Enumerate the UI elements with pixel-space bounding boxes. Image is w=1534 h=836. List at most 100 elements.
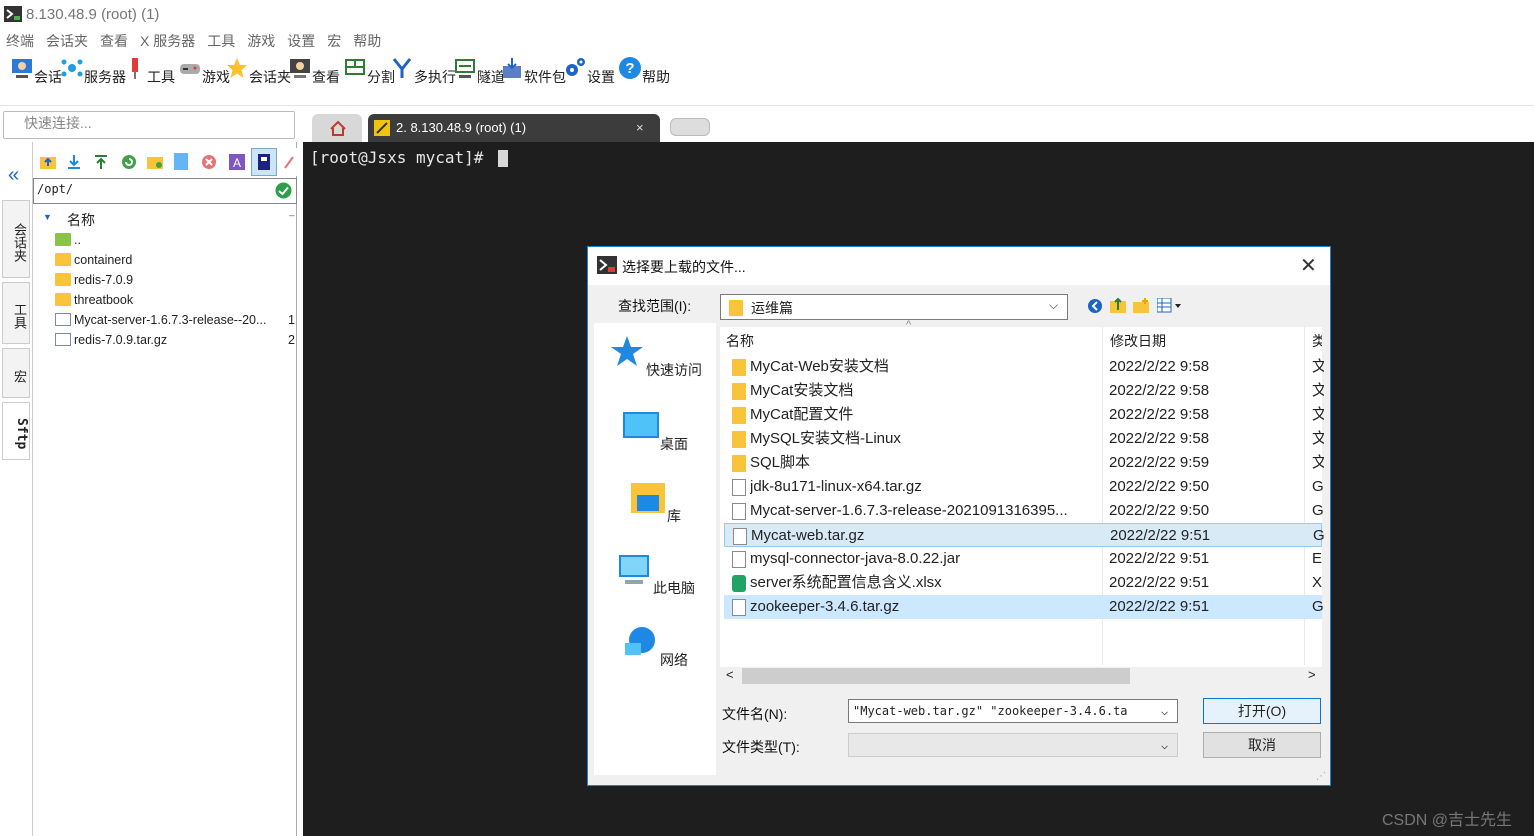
file-list-row[interactable]: MyCat配置文件 2022/2/22 9:58 文 xyxy=(724,403,1324,427)
menu-xserver[interactable]: X 服务器 xyxy=(140,30,195,52)
file-list-row[interactable]: MySQL安装文档-Linux 2022/2/22 9:58 文 xyxy=(724,427,1324,451)
toolbar-split-button[interactable]: 分割 xyxy=(343,56,395,87)
toolbar-starred-button[interactable]: 会话夹 xyxy=(225,56,291,87)
toolbar-servers-button[interactable]: 服务器 xyxy=(60,56,126,87)
menu-macros[interactable]: 宏 xyxy=(327,30,341,52)
side-tab-sftp[interactable]: Sftp xyxy=(2,402,30,460)
menu-view[interactable]: 查看 xyxy=(100,30,128,52)
file-list-hscrollbar[interactable]: < > xyxy=(720,667,1322,685)
place-desktop[interactable]: 桌面 xyxy=(594,409,716,454)
menu-bar: 终端 会话夹 查看 X 服务器 工具 游戏 设置宏帮助 xyxy=(0,30,1534,54)
refresh-icon[interactable] xyxy=(121,154,137,170)
place-network[interactable]: 网络 xyxy=(594,625,716,670)
toolbar-games-button[interactable]: 游戏 xyxy=(178,56,230,87)
menu-settings[interactable]: 设置 xyxy=(287,30,315,52)
file-list-row[interactable]: Mycat-web.tar.gz 2022/2/22 9:51 G xyxy=(724,523,1325,547)
view-menu-icon[interactable] xyxy=(1157,298,1185,314)
column-name-header[interactable]: 名称 xyxy=(726,327,754,355)
filename-input[interactable]: "Mycat-web.tar.gz" "zookeeper-3.4.6.ta ⌵ xyxy=(848,699,1178,723)
toolbar-session-button[interactable]: 会话 xyxy=(10,56,62,87)
file-type: G xyxy=(1312,502,1324,519)
file-list-row[interactable]: MyCat安装文档 2022/2/22 9:58 文 xyxy=(724,379,1324,403)
tools-icon xyxy=(132,58,138,79)
up-folder-icon[interactable] xyxy=(1110,297,1126,314)
sftp-path-input[interactable]: /opt/ xyxy=(33,178,297,204)
file-type: 文 xyxy=(1312,406,1324,423)
file-list-row[interactable]: zookeeper-3.4.6.tar.gz 2022/2/22 9:51 G xyxy=(724,595,1324,619)
resize-grip-icon[interactable]: ⋰ xyxy=(1316,771,1326,782)
delete-icon[interactable] xyxy=(201,154,217,170)
file-list-row[interactable]: mysql-connector-java-8.0.22.jar 2022/2/22… xyxy=(724,547,1322,571)
toolbar-multiexec-button[interactable]: 多执行 xyxy=(390,56,456,87)
toolbar-tools-button[interactable]: 工具 xyxy=(123,56,175,87)
lookin-dropdown[interactable]: 运维篇 ⌵ xyxy=(720,294,1068,320)
file-list-row[interactable]: SQL脚本 2022/2/22 9:59 文 xyxy=(724,451,1324,475)
file-list-row[interactable]: Mycat-server-1.6.7.3-release-20210913163… xyxy=(724,499,1324,523)
file-icon xyxy=(732,599,746,616)
toolbar-settings-button[interactable]: 设置 xyxy=(563,56,615,87)
new-file-icon[interactable] xyxy=(174,153,188,170)
sftp-row-size: 2 xyxy=(288,333,295,347)
file-list-row[interactable]: server系统配置信息含义.xlsx 2022/2/22 9:51 X xyxy=(724,571,1322,595)
menu-help[interactable]: 帮助 xyxy=(353,30,381,52)
terminal-tab-icon xyxy=(374,120,390,136)
sftp-list-header[interactable]: ▼ 名称 ⁻ xyxy=(33,208,297,230)
side-tab-sessions[interactable]: 会话夹 xyxy=(2,200,30,278)
sftp-row[interactable]: Mycat-server-1.6.7.3-release--20... 1 xyxy=(33,310,297,330)
scroll-left-icon[interactable]: < xyxy=(726,667,734,682)
rename-icon[interactable]: A xyxy=(229,154,245,170)
sftp-row[interactable]: redis-7.0.9.tar.gz 2 xyxy=(33,330,297,350)
toolbar-help-button[interactable]: ? 帮助 xyxy=(618,56,670,87)
open-button[interactable]: 打开(O) xyxy=(1203,698,1321,724)
side-tab-macros[interactable]: 宏 xyxy=(2,348,30,398)
menu-terminal[interactable]: 终端 xyxy=(6,30,34,52)
filetype-dropdown[interactable]: ⌵ xyxy=(848,733,1178,757)
column-date-header[interactable]: 修改日期 xyxy=(1110,327,1166,355)
terminal-cursor xyxy=(498,150,508,167)
download-icon[interactable] xyxy=(66,154,82,170)
upload-icon[interactable] xyxy=(93,154,109,170)
tab-active-label: 2. 8.130.48.9 (root) (1) xyxy=(396,120,527,135)
sftp-row[interactable]: threatbook xyxy=(33,290,297,310)
parent-folder-icon[interactable] xyxy=(40,154,56,170)
file-list-row[interactable]: MyCat-Web安装文档 2022/2/22 9:58 文 xyxy=(724,355,1324,379)
file-name: Mycat-server-1.6.7.3-release-20210913163… xyxy=(750,502,1068,519)
toolbar-packages-button[interactable]: 软件包 xyxy=(500,56,566,87)
sftp-row[interactable]: containerd xyxy=(33,250,297,270)
toolbar-tunnel-button[interactable]: 隧道 xyxy=(453,56,505,87)
tab-active-session[interactable]: 2. 8.130.48.9 (root) (1) × xyxy=(368,114,660,142)
file-list-row[interactable]: jdk-8u171-linux-x64.tar.gz 2022/2/22 9:50… xyxy=(724,475,1324,499)
scroll-right-icon[interactable]: > xyxy=(1308,667,1316,682)
new-folder-icon[interactable] xyxy=(147,154,163,170)
new-tab-button[interactable] xyxy=(670,118,710,136)
spreadsheet-icon xyxy=(732,575,746,592)
sftp-row[interactable]: .. xyxy=(33,230,297,250)
more-tools-icon[interactable] xyxy=(283,154,295,170)
cancel-button[interactable]: 取消 xyxy=(1203,732,1321,758)
tab-home[interactable] xyxy=(312,114,362,142)
column-type-header[interactable]: 类 xyxy=(1312,327,1322,355)
tab-close-icon[interactable]: × xyxy=(636,114,644,142)
menu-sessions[interactable]: 会话夹 xyxy=(46,30,88,52)
collapse-sidebar-icon[interactable]: « xyxy=(8,164,19,187)
file-name: jdk-8u171-linux-x64.tar.gz xyxy=(750,478,922,495)
scroll-thumb[interactable] xyxy=(742,668,1130,684)
create-folder-icon[interactable] xyxy=(1133,298,1149,314)
back-icon[interactable] xyxy=(1087,298,1103,314)
side-tab-tools[interactable]: 工具 xyxy=(2,282,30,344)
sftp-row-size: 1 xyxy=(288,313,295,327)
file-type: 文 xyxy=(1312,382,1324,399)
window-title: 8.130.48.9 (root) (1) xyxy=(26,6,160,23)
place-this-pc[interactable]: 此电脑 xyxy=(594,553,716,598)
toolbar-view-button[interactable]: 查看 xyxy=(288,56,340,87)
dialog-close-icon[interactable]: ✕ xyxy=(1300,253,1317,278)
menu-games[interactable]: 游戏 xyxy=(247,30,275,52)
path-ok-icon[interactable] xyxy=(275,182,292,199)
place-libraries[interactable]: 库 xyxy=(594,481,716,526)
star-icon xyxy=(227,58,247,78)
permissions-button[interactable] xyxy=(251,148,277,176)
menu-tools[interactable]: 工具 xyxy=(207,30,235,52)
place-quick-access[interactable]: 快速访问 xyxy=(594,335,716,380)
sftp-row[interactable]: redis-7.0.9 xyxy=(33,270,297,290)
quick-connect-input[interactable]: 快速连接... xyxy=(3,111,295,139)
